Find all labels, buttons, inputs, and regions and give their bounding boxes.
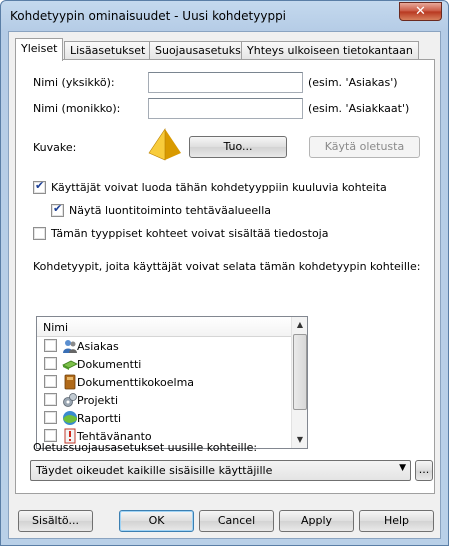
allow-create-checkbox[interactable]	[33, 179, 46, 194]
object-types-list[interactable]: Nimi Asiakas Dokumentti Dokumenttikokoel…	[36, 316, 308, 449]
cancel-button[interactable]: Cancel	[199, 510, 274, 532]
list-scrollbar[interactable]: ▲ ▼	[291, 317, 307, 448]
list-item-label: Asiakas	[77, 340, 119, 353]
document-collection-icon	[64, 374, 76, 390]
default-security-value: Täydet oikeudet kaikille sisäisille käyt…	[36, 464, 273, 477]
allow-create-label: Käyttäjät voivat luoda tähän kohdetyyppi…	[51, 181, 387, 194]
show-in-taskbar-label: Näytä luontitoiminto tehtäväalueella	[69, 204, 272, 217]
scroll-down-icon[interactable]: ▼	[292, 432, 308, 448]
list-item-checkbox[interactable]	[44, 375, 57, 388]
ok-button[interactable]: OK	[119, 510, 194, 532]
scroll-thumb[interactable]	[293, 334, 307, 410]
list-item[interactable]: Raportti	[37, 409, 292, 427]
pyramid-icon	[148, 128, 181, 161]
scroll-up-icon[interactable]: ▲	[292, 317, 308, 333]
list-item[interactable]: Dokumentti	[37, 355, 292, 373]
name-singular-input[interactable]	[148, 72, 303, 93]
icon-label: Kuvake:	[33, 141, 77, 154]
list-item-label: Dokumentti	[77, 358, 142, 371]
contents-button[interactable]: Sisältö...	[18, 510, 93, 532]
close-icon: ✕	[415, 4, 426, 19]
list-item-label: Raportti	[77, 412, 122, 425]
allow-files-checkbox[interactable]	[33, 227, 46, 240]
list-item[interactable]: Projekti	[37, 391, 292, 409]
close-button[interactable]: ✕	[399, 2, 442, 21]
name-plural-hint: (esim. 'Asiakkaat')	[308, 102, 410, 115]
browse-types-label: Kohdetyypit, joita käyttäjät voivat sela…	[33, 260, 421, 273]
window-title: Kohdetyypin ominaisuudet - Uusi kohdetyy…	[10, 9, 287, 23]
list-item-checkbox[interactable]	[44, 339, 57, 352]
tab-general[interactable]: Yleiset	[15, 38, 64, 61]
default-security-label: Oletussuojausasetukset uusille kohteille…	[33, 441, 258, 454]
list-header-name[interactable]: Nimi	[37, 317, 292, 337]
list-item[interactable]: Dokumenttikokoelma	[37, 373, 292, 391]
allow-files-label: Tämän tyyppiset kohteet voivat sisältää …	[51, 227, 329, 240]
chevron-down-icon: ▼	[399, 463, 406, 473]
show-in-taskbar-checkbox[interactable]	[51, 202, 64, 217]
document-icon	[62, 360, 78, 370]
list-item-checkbox[interactable]	[44, 411, 57, 424]
default-security-select[interactable]: Täydet oikeudet kaikille sisäisille käyt…	[30, 460, 411, 481]
customer-icon	[63, 340, 77, 353]
title-bar[interactable]: Kohdetyypin ominaisuudet - Uusi kohdetyy…	[1, 1, 448, 31]
list-item-label: Dokumenttikokoelma	[77, 376, 195, 389]
list-item[interactable]: Asiakas	[37, 337, 292, 355]
name-plural-input[interactable]	[148, 98, 303, 119]
dialog-window: Kohdetyypin ominaisuudet - Uusi kohdetyy…	[0, 0, 449, 546]
project-icon	[63, 393, 77, 407]
import-icon-button[interactable]: Tuo...	[189, 136, 287, 158]
list-item-label: Projekti	[77, 394, 119, 407]
dialog-client-area: Yleiset Lisäasetukset Suojausasetukset Y…	[8, 31, 441, 539]
use-default-icon-button[interactable]: Käytä oletusta	[309, 136, 420, 158]
list-item-checkbox[interactable]	[44, 357, 57, 370]
list-item-checkbox[interactable]	[44, 393, 57, 406]
help-button[interactable]: Help	[359, 510, 434, 532]
name-singular-hint: (esim. 'Asiakas')	[308, 76, 398, 89]
tab-external-database[interactable]: Yhteys ulkoiseen tietokantaan	[241, 41, 419, 60]
report-icon	[63, 411, 77, 425]
apply-button[interactable]: Apply	[279, 510, 354, 532]
security-browse-button[interactable]: ...	[415, 460, 433, 481]
general-tab-panel: Nimi (yksikkö): (esim. 'Asiakas') Nimi (…	[15, 59, 435, 494]
name-plural-label: Nimi (monikko):	[33, 102, 121, 115]
tab-advanced[interactable]: Lisäasetukset	[64, 41, 152, 60]
name-singular-label: Nimi (yksikkö):	[33, 76, 115, 89]
